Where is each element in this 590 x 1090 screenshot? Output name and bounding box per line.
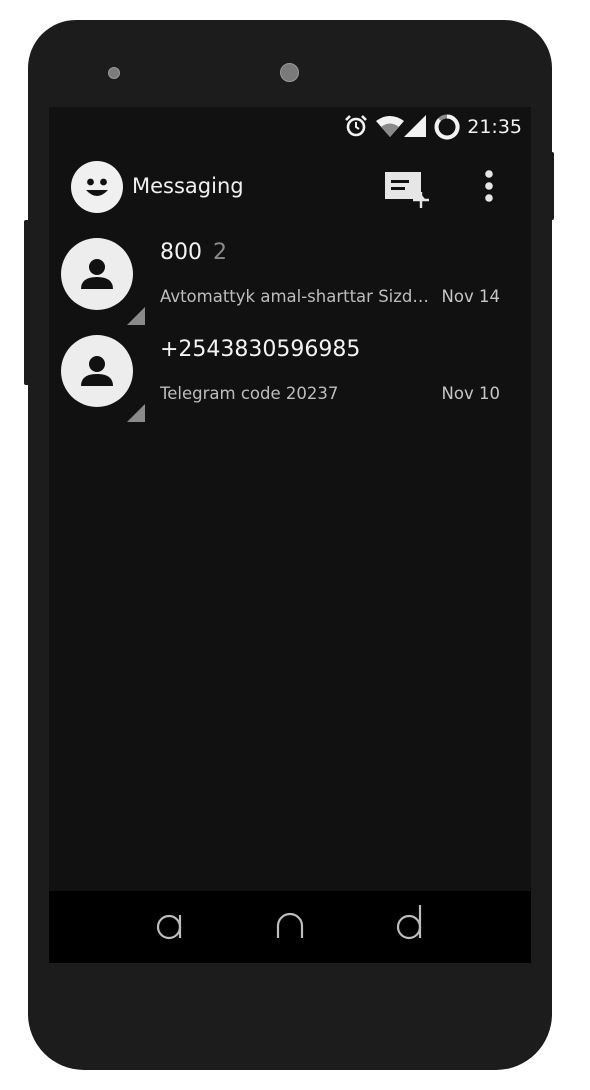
person-icon	[81, 356, 113, 386]
overflow-menu-icon	[485, 170, 493, 202]
avatar-corner-indicator	[127, 404, 145, 422]
app-bar: Messaging	[49, 147, 531, 223]
message-snippet: Telegram code 20237	[160, 384, 339, 403]
recents-button[interactable]	[385, 901, 435, 953]
home-nav-icon	[276, 912, 304, 938]
status-bar: 21:35	[49, 107, 531, 147]
smiley-face-icon	[86, 178, 108, 196]
avatar-corner-indicator	[127, 307, 145, 325]
earpiece-speaker	[280, 63, 299, 82]
app-title: Messaging	[132, 174, 244, 198]
app-logo	[71, 161, 123, 213]
message-date: Nov 14	[441, 287, 500, 306]
overflow-menu-button[interactable]	[477, 169, 501, 205]
contact-name: +2543830596985	[160, 337, 361, 362]
message-snippet: Avtomattyk amal-sharttar Sizdin ...	[160, 287, 432, 306]
conversation-name: 800 2	[160, 240, 227, 265]
message-date: Nov 10	[441, 384, 500, 403]
navigation-bar	[49, 891, 531, 963]
wifi-icon	[376, 116, 404, 137]
back-button[interactable]	[145, 901, 195, 953]
conversation-item[interactable]: +2543830596985 Telegram code 20237 Nov 1…	[49, 335, 531, 431]
recents-nav-icon	[396, 905, 422, 940]
front-camera	[108, 67, 120, 79]
message-count: 2	[213, 240, 227, 265]
cell-signal-icon	[404, 115, 426, 137]
conversation-item[interactable]: 800 2 Avtomattyk amal-sharttar Sizdin ..…	[49, 238, 531, 334]
conversation-name: +2543830596985	[160, 337, 360, 362]
status-time: 21:35	[467, 116, 522, 138]
new-message-button[interactable]	[383, 170, 431, 208]
back-nav-icon	[156, 914, 182, 940]
new-message-icon	[385, 172, 429, 208]
battery-ring-icon	[434, 114, 460, 140]
person-icon	[81, 259, 113, 289]
contact-name: 800	[160, 240, 202, 265]
home-button[interactable]	[265, 901, 315, 953]
contact-avatar[interactable]	[61, 335, 133, 407]
screen: 21:35 Messaging 800 2 Avtomattyk amal-sh…	[49, 107, 531, 963]
contact-avatar[interactable]	[61, 238, 133, 310]
alarm-clock-icon	[345, 115, 367, 137]
